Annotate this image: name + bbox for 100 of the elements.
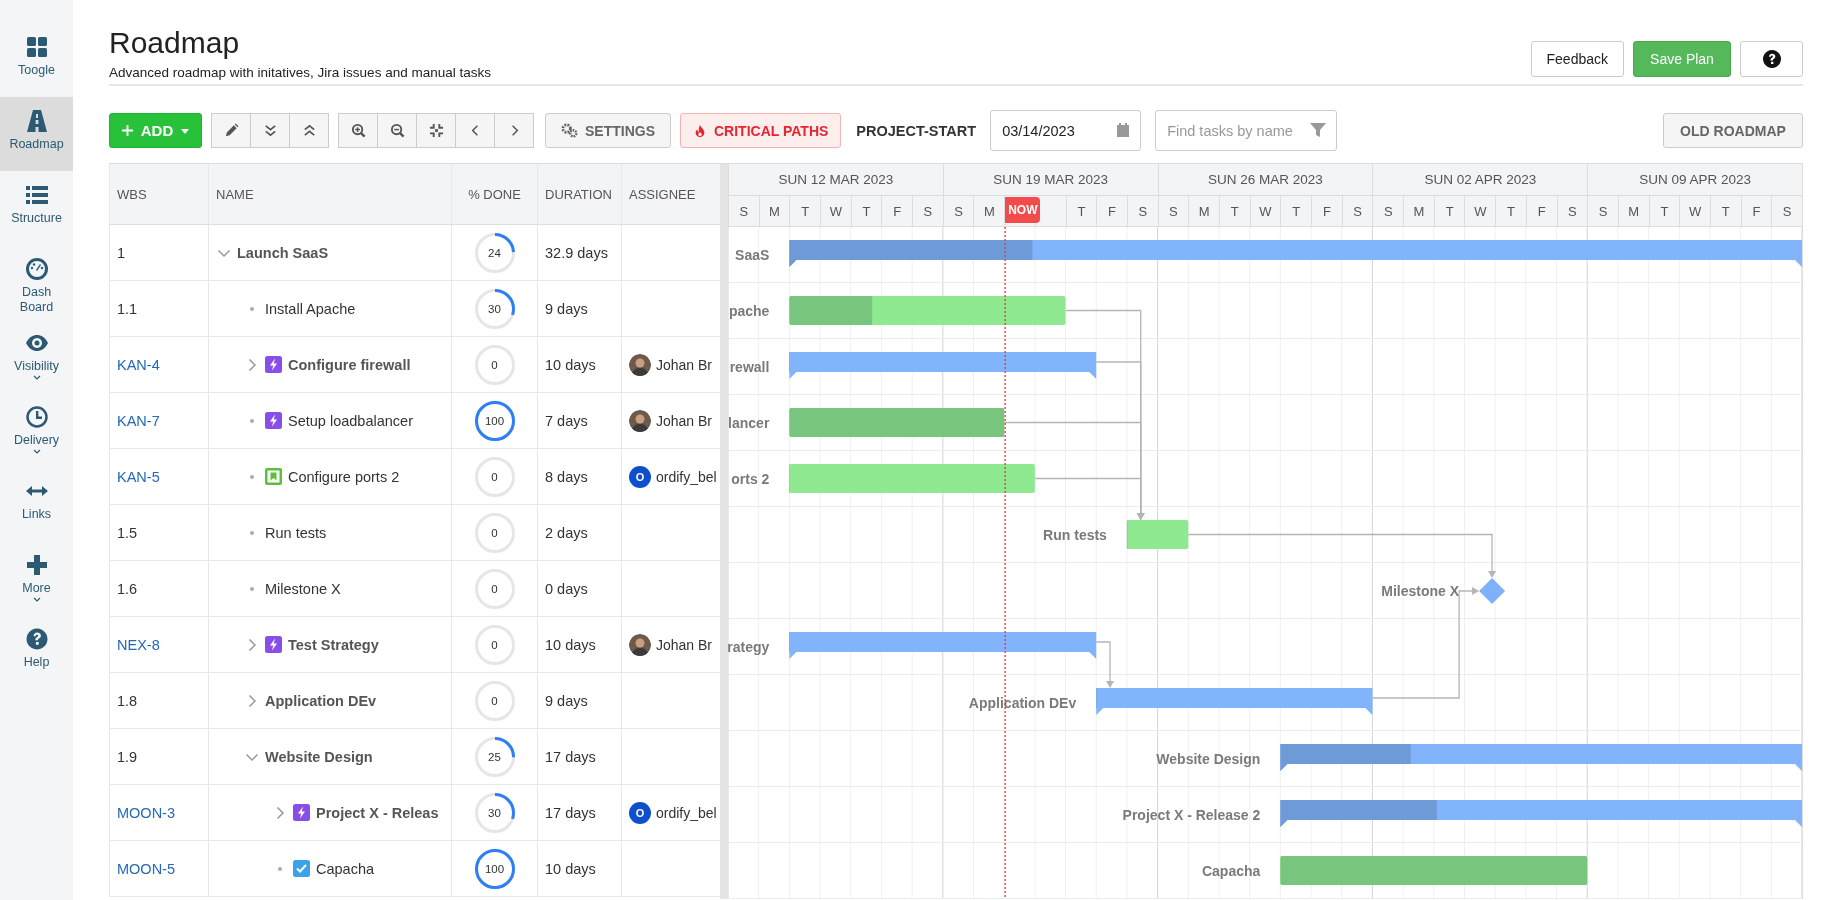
assignee-name: Johan Br: [656, 356, 713, 373]
day-label: T: [1445, 203, 1454, 219]
dependency-link: [1095, 641, 1115, 688]
day-label: T: [801, 203, 810, 219]
day-label: T: [1230, 203, 1239, 219]
bullet-icon: [250, 474, 254, 479]
gauge-icon: [24, 257, 49, 281]
issue-link[interactable]: MOON-3: [117, 804, 175, 821]
bullet-icon: [250, 418, 254, 423]
bar-label: Project X - Release 2: [1122, 807, 1261, 823]
field-label: PROJECT-START: [856, 122, 977, 139]
column-header: NAME: [216, 186, 254, 202]
task-name: Application DEv: [265, 692, 377, 709]
lightning-icon: [265, 636, 282, 653]
search-field[interactable]: Find tasks by name: [1155, 110, 1338, 151]
bar-label: SaaS: [735, 247, 770, 263]
day-label: S: [954, 203, 963, 219]
percent-label: 100: [484, 414, 505, 427]
duration-text: 17 days: [545, 748, 596, 765]
sidebar-item[interactable]: Delivery: [0, 393, 73, 467]
issue-link[interactable]: MOON-5: [117, 860, 175, 877]
day-label: W: [1259, 203, 1272, 219]
sidebar-item[interactable]: More: [0, 541, 73, 615]
zoom-in-icon: [350, 123, 366, 138]
fit-button[interactable]: [416, 113, 456, 148]
assignee-name: Johan Br: [656, 636, 713, 653]
task-name: Test Strategy: [288, 636, 379, 653]
column-header: % DONE: [468, 186, 521, 202]
sidebar-item[interactable]: Help: [0, 615, 73, 689]
old-roadmap-button[interactable]: OLD ROADMAP: [1663, 113, 1803, 148]
assignee-name: ordify_bel: [656, 804, 717, 821]
progress-ring: [473, 791, 516, 834]
day-label: T: [862, 203, 871, 219]
sidebar-item[interactable]: Structure: [0, 171, 73, 245]
bar-label: orts 2: [731, 471, 770, 487]
feedback-button[interactable]: Feedback: [1530, 41, 1624, 77]
progress-ring: [473, 567, 516, 610]
lightning-icon: [265, 412, 282, 429]
column-header: WBS: [117, 186, 147, 202]
day-label: W: [1688, 203, 1702, 219]
grid-icon: [24, 35, 49, 59]
task-name: Project X - Releas: [316, 804, 439, 821]
day-label: F: [1322, 203, 1331, 219]
progress-ring: [473, 287, 516, 330]
double-chevron-up-icon: [301, 123, 317, 138]
day-label: M: [983, 203, 995, 219]
duration-text: 9 days: [545, 692, 588, 709]
day-label: F: [893, 203, 902, 219]
assignee-name: Johan Br: [656, 412, 713, 429]
milestone-diamond: [1479, 578, 1506, 604]
sidebar-item[interactable]: Dash Board: [0, 245, 73, 319]
bullet-icon: [250, 306, 254, 311]
duration-text: 17 days: [545, 804, 596, 821]
issue-link[interactable]: KAN-4: [117, 356, 160, 373]
edit-button[interactable]: [211, 113, 251, 148]
help-icon: [24, 627, 49, 651]
assignee-name: ordify_bel: [656, 468, 717, 485]
next-button[interactable]: [494, 113, 534, 148]
day-label: M: [1413, 203, 1425, 219]
bar-label: Capacha: [1202, 863, 1261, 879]
percent-label: 24: [488, 246, 501, 259]
collapse-all-button[interactable]: [289, 113, 329, 148]
bullet-icon: [250, 586, 254, 591]
percent-label: 100: [484, 862, 505, 875]
sidebar-item[interactable]: Toogle: [0, 23, 73, 97]
settings-button[interactable]: SETTINGS: [545, 113, 671, 148]
week-label: SUN 02 APR 2023: [1424, 172, 1537, 187]
duration-text: 8 days: [545, 468, 588, 485]
progress-ring: [473, 735, 516, 778]
avatar: [629, 353, 651, 376]
task-name: Milestone X: [265, 580, 341, 597]
day-label: M: [1628, 203, 1640, 219]
checkbox-icon: [293, 860, 310, 877]
sidebar-item[interactable]: Visibility: [0, 319, 73, 393]
flame-icon: [693, 123, 707, 138]
percent-label: 0: [491, 694, 498, 707]
day-label: S: [1598, 203, 1608, 219]
critical-paths-button[interactable]: CRITICAL PATHS: [680, 113, 842, 148]
date-field[interactable]: 03/14/2023: [990, 110, 1142, 151]
percent-label: 30: [488, 806, 501, 819]
progress-ring: [473, 399, 516, 442]
zoom-out-button[interactable]: [377, 113, 417, 148]
task-name: Configure firewall: [288, 356, 411, 373]
road-icon: [24, 109, 49, 133]
issue-link[interactable]: KAN-7: [117, 412, 160, 429]
bar-label: lancer: [728, 415, 770, 431]
issue-link[interactable]: KAN-5: [117, 468, 160, 485]
bar-label: rategy: [728, 639, 770, 655]
zoom-in-button[interactable]: [338, 113, 378, 148]
sidebar-item[interactable]: Links: [0, 467, 73, 541]
task-name: Install Apache: [265, 300, 356, 317]
sidebar-item[interactable]: Roadmap: [0, 97, 73, 171]
avatar: [629, 633, 651, 656]
task-name: Website Design: [265, 748, 373, 765]
issue-link[interactable]: NEX-8: [117, 636, 160, 653]
help-button[interactable]: [1740, 41, 1803, 77]
gears-icon: [561, 122, 578, 139]
week-label: SUN 12 MAR 2023: [778, 172, 894, 187]
avatar: O: [629, 801, 651, 824]
expand-all-button[interactable]: [250, 113, 290, 148]
